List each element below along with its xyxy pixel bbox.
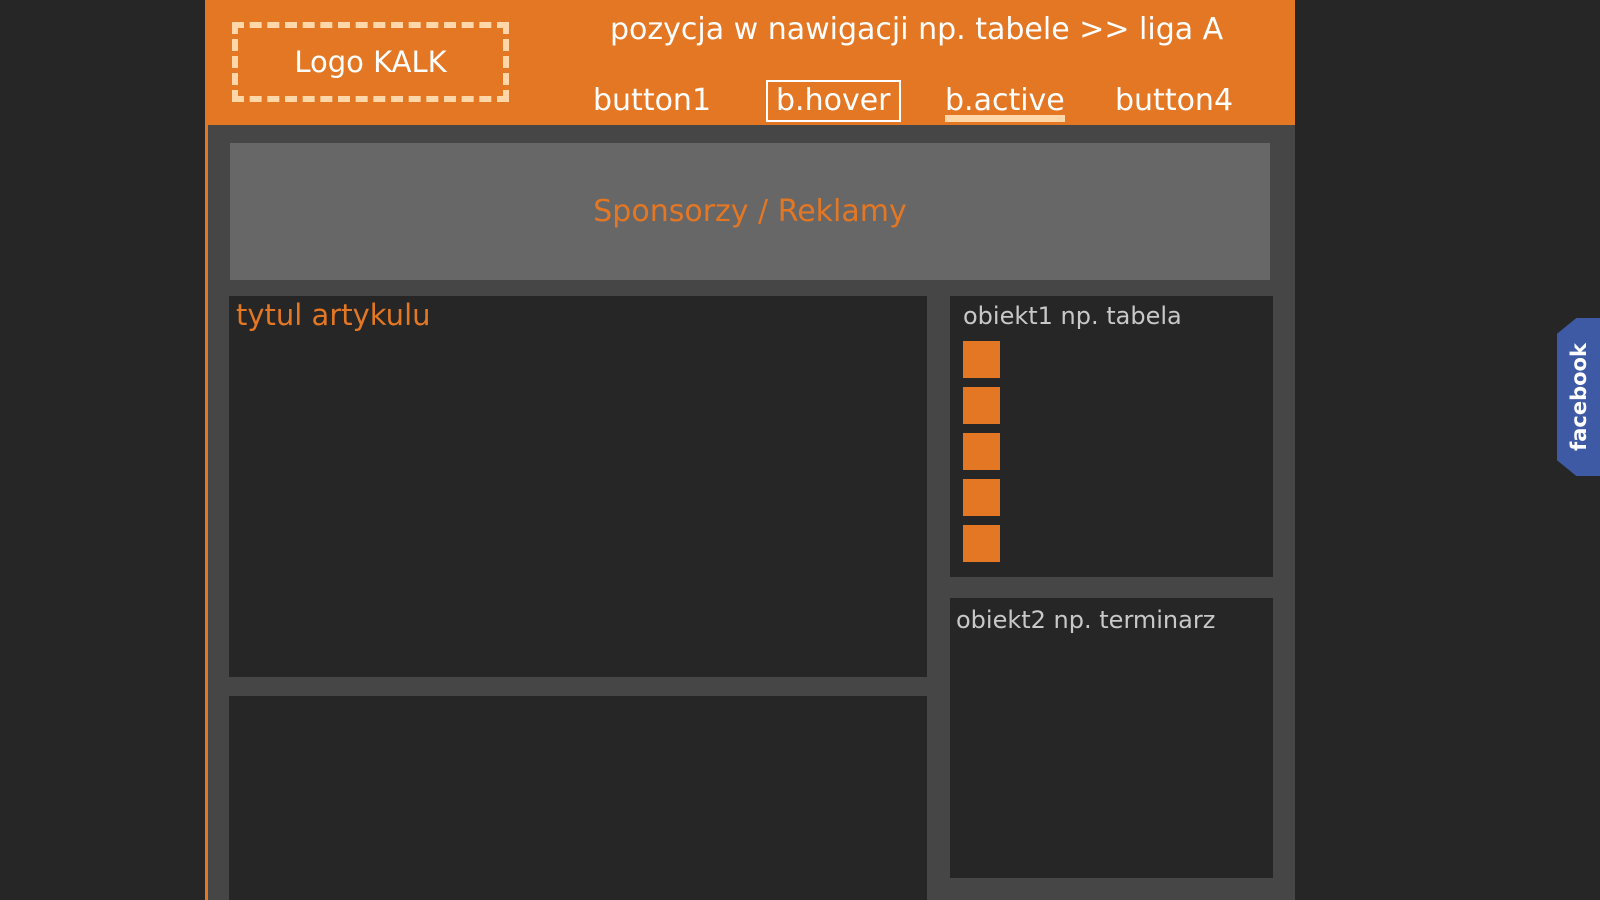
nav-button-hover[interactable]: b.hover <box>766 80 901 122</box>
object1-title: obiekt1 np. tabela <box>963 302 1182 330</box>
nav-button-1[interactable]: button1 <box>593 80 711 122</box>
sidebar-object-schedule: obiekt2 np. terminarz <box>950 598 1273 878</box>
object2-title: obiekt2 np. terminarz <box>956 606 1216 634</box>
sidebar-object-table: obiekt1 np. tabela <box>950 296 1273 577</box>
facebook-tab[interactable]: facebook <box>1557 318 1600 476</box>
article-title[interactable]: tytul artykulu <box>236 298 431 332</box>
table-item-marker[interactable] <box>963 341 1000 378</box>
facebook-icon: facebook <box>1566 343 1591 451</box>
nav-button-active[interactable]: b.active <box>945 80 1065 122</box>
nav-button-4[interactable]: button4 <box>1115 80 1233 122</box>
table-items <box>963 341 1000 571</box>
site-logo[interactable]: Logo KALK <box>232 22 509 102</box>
sponsors-label: Sponsorzy / Reklamy <box>593 194 907 229</box>
secondary-article-panel <box>229 696 927 900</box>
table-item-marker[interactable] <box>963 525 1000 562</box>
table-item-marker[interactable] <box>963 433 1000 470</box>
breadcrumb: pozycja w nawigacji np. tabele >> liga A <box>610 12 1224 47</box>
site-header: Logo KALK pozycja w nawigacji np. tabele… <box>205 0 1295 125</box>
article-panel: tytul artykulu <box>229 296 927 677</box>
table-item-marker[interactable] <box>963 479 1000 516</box>
sponsors-banner[interactable]: Sponsorzy / Reklamy <box>230 143 1270 280</box>
table-item-marker[interactable] <box>963 387 1000 424</box>
